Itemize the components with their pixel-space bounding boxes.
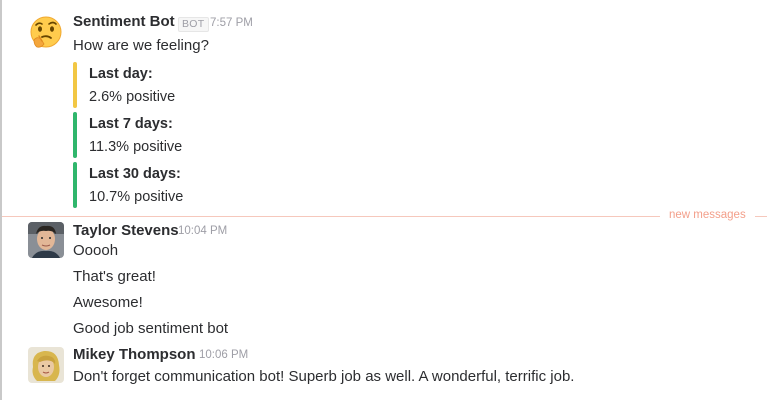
bot-badge: BOT bbox=[178, 17, 209, 32]
attachment-value: 10.7% positive bbox=[89, 189, 184, 205]
message-timestamp[interactable]: 7:57 PM bbox=[210, 17, 253, 29]
message-text: Awesome! bbox=[73, 294, 143, 311]
user-photo-icon bbox=[28, 222, 64, 258]
thinking-face-icon bbox=[30, 16, 62, 48]
author-name[interactable]: Taylor Stevens bbox=[73, 222, 179, 239]
new-messages-divider bbox=[2, 216, 660, 217]
left-border bbox=[0, 0, 2, 400]
attachment-title: Last 30 days: bbox=[89, 166, 181, 182]
taylor-stevens-avatar[interactable] bbox=[28, 222, 64, 258]
attachment-last-7-days: Last 7 days: 11.3% positive bbox=[73, 112, 293, 158]
attachment-title: Last day: bbox=[89, 66, 153, 82]
attachment-value: 2.6% positive bbox=[89, 89, 176, 105]
message-text: Don't forget communication bot! Superb j… bbox=[73, 368, 575, 385]
author-name[interactable]: Sentiment Bot bbox=[73, 13, 175, 30]
message-timestamp[interactable]: 10:06 PM bbox=[199, 349, 248, 361]
attachment-value: 11.3% positive bbox=[89, 139, 183, 155]
attachment-title: Last 7 days: bbox=[89, 116, 173, 132]
attachment-color-bar bbox=[73, 162, 77, 208]
attachment-last-30-days: Last 30 days: 10.7% positive bbox=[73, 162, 293, 208]
sentiment-bot-avatar[interactable] bbox=[28, 15, 64, 51]
message-text: Good job sentiment bot bbox=[73, 320, 229, 337]
attachment-color-bar bbox=[73, 112, 77, 158]
new-messages-divider-end bbox=[755, 216, 767, 217]
new-messages-label: new messages bbox=[669, 209, 746, 221]
message-text: How are we feeling? bbox=[73, 37, 209, 54]
author-name[interactable]: Mikey Thompson bbox=[73, 346, 196, 363]
mikey-thompson-avatar[interactable] bbox=[28, 347, 64, 383]
message-text: Ooooh bbox=[73, 242, 119, 259]
user-photo-icon bbox=[28, 347, 64, 383]
message-timestamp[interactable]: 10:04 PM bbox=[178, 225, 227, 237]
attachment-last-day: Last day: 2.6% positive bbox=[73, 62, 293, 108]
message-text: That's great! bbox=[73, 268, 156, 285]
attachment-color-bar bbox=[73, 62, 77, 108]
